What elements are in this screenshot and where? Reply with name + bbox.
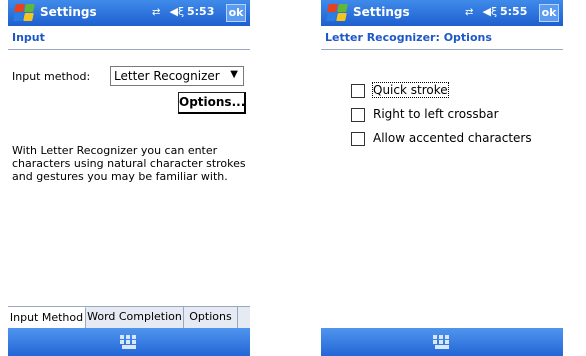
windows-start-icon[interactable]	[11, 2, 35, 24]
input-settings-screen: Settings ⇄ ◀ξ 5:53 ok Input Input method…	[8, 0, 250, 356]
tab-word-completion[interactable]: Word Completion	[86, 306, 184, 328]
app-title: Settings	[353, 5, 410, 19]
speaker-icon[interactable]: ◀ξ	[483, 5, 498, 18]
app-title: Settings	[40, 5, 97, 19]
tab-bar: Input Method Word Completion Options	[8, 306, 250, 329]
allow-accented-characters-label[interactable]: Allow accented characters	[373, 131, 532, 145]
page-header: Letter Recognizer: Options	[321, 26, 563, 50]
menu-bar	[8, 328, 250, 356]
input-method-dropdown[interactable]: Letter Recognizer ▼	[110, 66, 244, 86]
signal-icon[interactable]: ⇄	[465, 7, 479, 18]
page-title: Letter Recognizer: Options	[325, 31, 492, 44]
ok-button[interactable]: ok	[539, 4, 559, 22]
right-to-left-crossbar-label[interactable]: Right to left crossbar	[373, 107, 499, 121]
speaker-icon[interactable]: ◀ξ	[170, 5, 185, 18]
windows-start-icon[interactable]	[324, 2, 348, 24]
signal-icon[interactable]: ⇄	[152, 7, 166, 18]
status-area: ⇄ ◀ξ 5:55	[465, 5, 527, 18]
keyboard-icon[interactable]	[120, 335, 138, 349]
keyboard-icon[interactable]	[433, 335, 451, 349]
dropdown-arrow-icon: ▼	[230, 69, 238, 80]
page-title: Input	[12, 31, 45, 44]
description-text: With Letter Recognizer you can enter cha…	[12, 144, 246, 183]
tab-options[interactable]: Options	[184, 306, 238, 328]
quick-stroke-checkbox[interactable]	[351, 84, 365, 98]
allow-accented-characters-checkbox[interactable]	[351, 132, 365, 146]
clock[interactable]: 5:53	[187, 5, 214, 18]
quick-stroke-label[interactable]: Quick stroke	[372, 82, 449, 98]
input-method-label: Input method:	[12, 70, 91, 83]
input-method-value: Letter Recognizer	[114, 69, 220, 83]
page-header: Input	[8, 26, 250, 50]
tab-bar-fill	[238, 307, 250, 329]
right-to-left-crossbar-checkbox[interactable]	[351, 108, 365, 122]
menu-bar	[321, 328, 563, 356]
ok-button[interactable]: ok	[226, 4, 246, 22]
tab-input-method[interactable]: Input Method	[8, 307, 86, 329]
options-button[interactable]: Options...	[178, 92, 246, 114]
clock[interactable]: 5:55	[500, 5, 527, 18]
status-area: ⇄ ◀ξ 5:53	[152, 5, 214, 18]
title-bar: Settings ⇄ ◀ξ 5:55 ok	[321, 0, 563, 26]
title-bar: Settings ⇄ ◀ξ 5:53 ok	[8, 0, 250, 26]
letter-recognizer-options-screen: Settings ⇄ ◀ξ 5:55 ok Letter Recognizer:…	[321, 0, 563, 356]
